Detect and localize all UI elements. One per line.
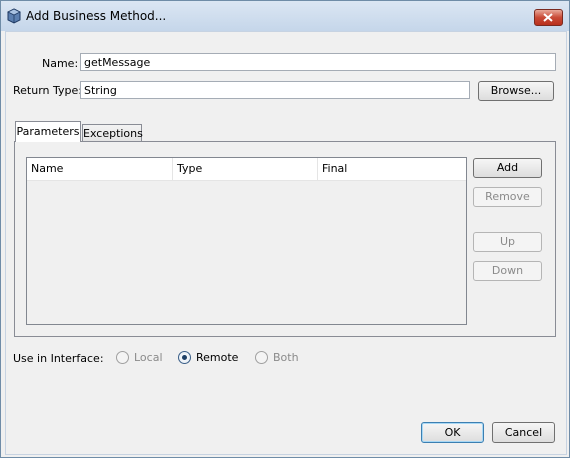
down-button[interactable]: Down: [473, 261, 542, 281]
tab-parameters[interactable]: Parameters: [15, 121, 81, 142]
radio-local-indicator[interactable]: [116, 351, 129, 364]
column-header-name[interactable]: Name: [27, 158, 173, 180]
up-button[interactable]: Up: [473, 232, 542, 252]
use-in-interface-label: Use in Interface:: [13, 352, 104, 365]
radio-local-label: Local: [134, 351, 163, 364]
close-icon: [543, 13, 553, 22]
browse-button[interactable]: Browse...: [478, 81, 554, 101]
dialog-title: Add Business Method...: [26, 9, 167, 23]
return-type-field[interactable]: String: [80, 81, 470, 99]
cancel-button[interactable]: Cancel: [492, 422, 555, 443]
column-header-final[interactable]: Final: [318, 158, 466, 180]
title-bar[interactable]: Add Business Method...: [1, 1, 569, 31]
ok-button[interactable]: OK: [421, 422, 484, 443]
column-header-type[interactable]: Type: [173, 158, 318, 180]
dialog-window: Add Business Method... Name: getMessage …: [0, 0, 570, 458]
parameters-panel: Name Type Final Add Remove Up Down: [14, 141, 556, 337]
dialog-body: Name: getMessage Return Type: String Bro…: [5, 31, 567, 455]
tab-exceptions[interactable]: Exceptions: [82, 124, 143, 142]
radio-both[interactable]: Both: [255, 351, 299, 364]
radio-remote-label: Remote: [196, 351, 239, 364]
radio-remote-indicator[interactable]: [178, 351, 191, 364]
cube-icon: [7, 8, 21, 24]
name-field[interactable]: getMessage: [80, 53, 556, 71]
radio-remote[interactable]: Remote: [178, 351, 238, 364]
add-button[interactable]: Add: [473, 158, 542, 178]
return-type-label: Return Type:: [13, 84, 82, 97]
radio-both-label: Both: [273, 351, 299, 364]
close-button[interactable]: [534, 9, 563, 26]
name-label: Name:: [42, 57, 79, 70]
radio-local[interactable]: Local: [116, 351, 163, 364]
parameters-table[interactable]: Name Type Final: [26, 157, 467, 325]
remove-button[interactable]: Remove: [473, 187, 542, 207]
radio-both-indicator[interactable]: [255, 351, 268, 364]
table-header: Name Type Final: [27, 158, 466, 181]
